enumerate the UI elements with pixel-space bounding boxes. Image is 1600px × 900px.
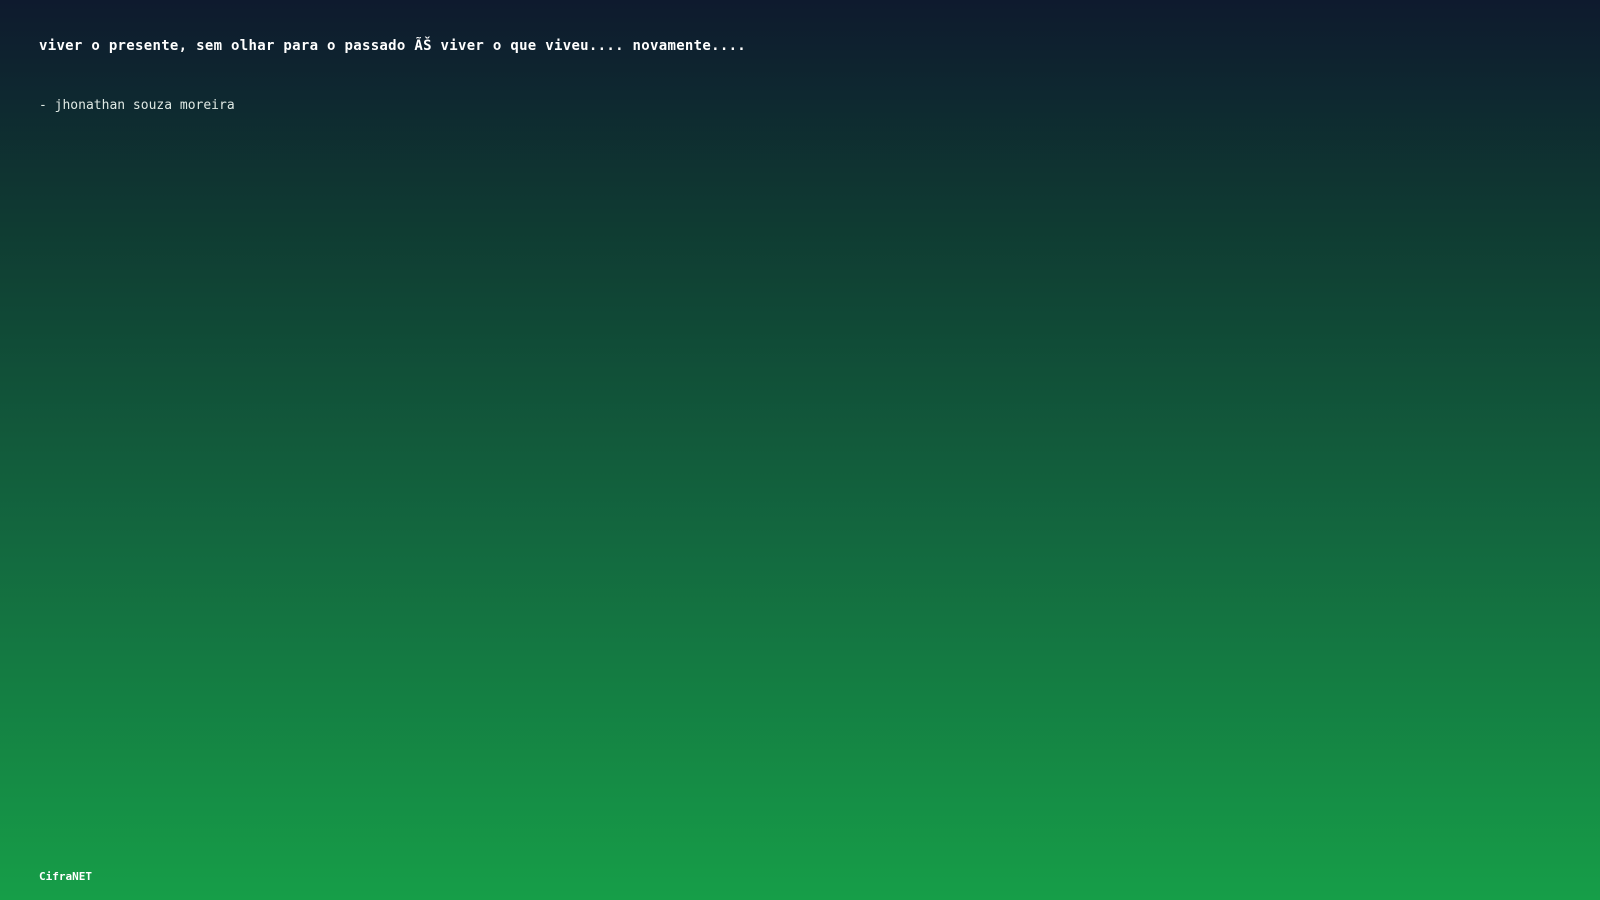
- quote-text: viver o presente, sem olhar para o passa…: [39, 38, 747, 54]
- quote-author: - jhonathan souza moreira: [39, 98, 235, 113]
- brand-label: CifraNET: [39, 870, 92, 883]
